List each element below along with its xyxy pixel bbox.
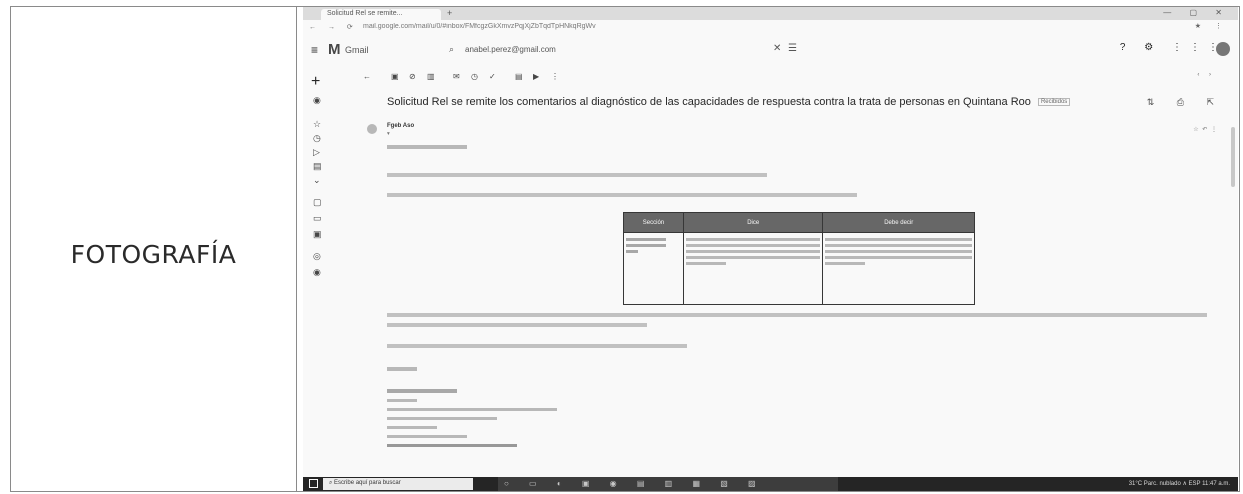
- archive-icon[interactable]: ▣: [391, 72, 399, 81]
- back-arrow-icon[interactable]: ←: [363, 72, 371, 81]
- report-spam-icon[interactable]: ⊘: [409, 72, 416, 81]
- compose-icon[interactable]: +: [311, 73, 320, 91]
- column-header: Sección: [623, 212, 684, 233]
- snoozed-icon[interactable]: ◷: [313, 133, 321, 144]
- signature-line: [387, 417, 497, 420]
- account-avatar[interactable]: [1216, 42, 1230, 56]
- body-line: [387, 367, 417, 371]
- start-icon[interactable]: [309, 479, 318, 488]
- move-to-icon[interactable]: ▤: [515, 72, 523, 81]
- gmail-header: ≡ M Gmail ⌕ anabel.perez@gmail.com ✕ ☰ ?…: [303, 38, 1238, 62]
- table-cell: [623, 232, 684, 305]
- labels-icon[interactable]: ▭: [313, 213, 322, 224]
- signature-line: [387, 426, 437, 429]
- gmail-wordmark: Gmail: [345, 45, 369, 55]
- browser-tab[interactable]: Solicitud Rel se remite...: [321, 9, 441, 20]
- recipient-line[interactable]: ▾: [387, 131, 390, 137]
- gmail-logo[interactable]: M: [328, 41, 341, 58]
- body-line: [387, 344, 687, 348]
- screenshot-photo: Solicitud Rel se remite... + — ▢ ✕ ← → ⟳…: [303, 7, 1238, 491]
- extensions-icon[interactable]: ★ ⋮: [1195, 22, 1228, 30]
- filter-icon[interactable]: ☰: [788, 43, 797, 54]
- changes-table: Sección Dice Debe decir: [623, 212, 975, 305]
- inbox-label-badge[interactable]: Recibidos: [1037, 98, 1071, 107]
- window-controls[interactable]: — ▢ ✕: [1163, 8, 1230, 17]
- signature-line: [387, 389, 457, 393]
- table-row: [623, 232, 975, 305]
- spaces-icon[interactable]: ◎: [313, 251, 321, 262]
- subject-text: Solicitud Rel se remite los comentarios …: [387, 96, 1031, 108]
- scrollbar[interactable]: [1231, 127, 1235, 187]
- table-cell: [682, 232, 824, 305]
- taskbar-search[interactable]: ⌕ Escribe aquí para buscar: [323, 478, 473, 490]
- table-header-row: Sección Dice Debe decir: [623, 212, 975, 233]
- chat-icon[interactable]: ▣: [313, 229, 322, 240]
- column-divider: [296, 6, 297, 492]
- nav-arrows-icon[interactable]: ← → ⟳: [309, 23, 358, 31]
- signature-link[interactable]: [387, 444, 517, 447]
- body-line: [387, 193, 857, 197]
- body-line: [387, 145, 467, 149]
- taskbar-search-placeholder: Escribe aquí para buscar: [334, 480, 401, 486]
- message-toolbar: ← ▣ ⊘ ▥ ✉ ◷ ✓ ▤ ▶ ⋮ ‹ ›: [363, 72, 1223, 86]
- browser-tab-bar: Solicitud Rel se remite... + — ▢ ✕: [303, 7, 1238, 20]
- sender-name: Fgeb Aso: [387, 123, 415, 129]
- starred-icon[interactable]: ☆: [313, 119, 321, 130]
- new-tab-button[interactable]: +: [447, 8, 452, 18]
- windows-taskbar: ⌕ Escribe aquí para buscar ○ ▭ ◐ ▣ ◉ ▤ ▥…: [303, 477, 1238, 491]
- url-field[interactable]: mail.google.com/mail/u/0/#inbox/FMfcgzGk…: [363, 23, 923, 30]
- column-header: Debe decir: [822, 212, 975, 233]
- drafts-icon[interactable]: ▤: [313, 161, 322, 172]
- signature-line: [387, 435, 467, 438]
- print-open-icons[interactable]: ⇅ ⎙ ⇱: [1147, 97, 1224, 108]
- message-actions[interactable]: ☆ ↶ ⋮: [1193, 126, 1218, 133]
- body-line: [387, 323, 647, 327]
- column-header: Dice: [682, 212, 824, 233]
- search-icon[interactable]: ⌕: [449, 44, 454, 55]
- more-icon[interactable]: ⌄: [313, 175, 321, 186]
- message-subject: Solicitud Rel se remite los comentarios …: [387, 96, 1077, 108]
- search-bar[interactable]: ⌕ anabel.perez@gmail.com ✕ ☰: [443, 42, 803, 58]
- inbox-icon[interactable]: ◉: [313, 95, 321, 106]
- meet-icon[interactable]: ▢: [313, 197, 322, 208]
- sent-icon[interactable]: ▷: [313, 147, 320, 158]
- add-task-icon[interactable]: ✓: [489, 72, 496, 81]
- clear-search-icon[interactable]: ✕: [773, 43, 781, 54]
- signature-line: [387, 408, 557, 411]
- body-line: [387, 313, 1207, 317]
- rooms-icon[interactable]: ◉: [313, 267, 321, 278]
- photo-label: FOTOGRAFÍA: [70, 239, 237, 269]
- more-options-icon[interactable]: ⋮: [551, 72, 559, 81]
- label-cell: FOTOGRAFÍA: [11, 7, 296, 491]
- body-line: [387, 173, 767, 177]
- document-page: FOTOGRAFÍA Solicitud Rel se remite... + …: [0, 0, 1243, 494]
- pager-icons[interactable]: ‹ ›: [1197, 72, 1215, 78]
- menu-icon[interactable]: ≡: [311, 43, 318, 57]
- sender-avatar: [367, 124, 377, 134]
- label-icon[interactable]: ▶: [533, 72, 539, 81]
- taskbar-apps-icon[interactable]: ○ ▭ ◐ ▣ ◉ ▤ ▥ ▦ ▧ ▨: [498, 477, 838, 491]
- signature-line: [387, 399, 417, 402]
- address-bar: ← → ⟳ mail.google.com/mail/u/0/#inbox/FM…: [303, 20, 1238, 36]
- delete-icon[interactable]: ▥: [427, 72, 435, 81]
- search-input[interactable]: anabel.perez@gmail.com: [465, 45, 556, 54]
- snooze-icon[interactable]: ◷: [471, 72, 478, 81]
- table-cell: [822, 232, 975, 305]
- help-settings-apps-icons[interactable]: ? ⚙ ⋮⋮⋮: [1120, 42, 1226, 53]
- system-tray[interactable]: 31°C Parc. nublado ∧ ESP 11:47 a.m.: [1129, 480, 1230, 487]
- gmail-left-rail: + ◉ ☆ ◷ ▷ ▤ ⌄ ▢ ▭ ▣ ◎ ◉: [303, 69, 333, 489]
- mark-unread-icon[interactable]: ✉: [453, 72, 460, 81]
